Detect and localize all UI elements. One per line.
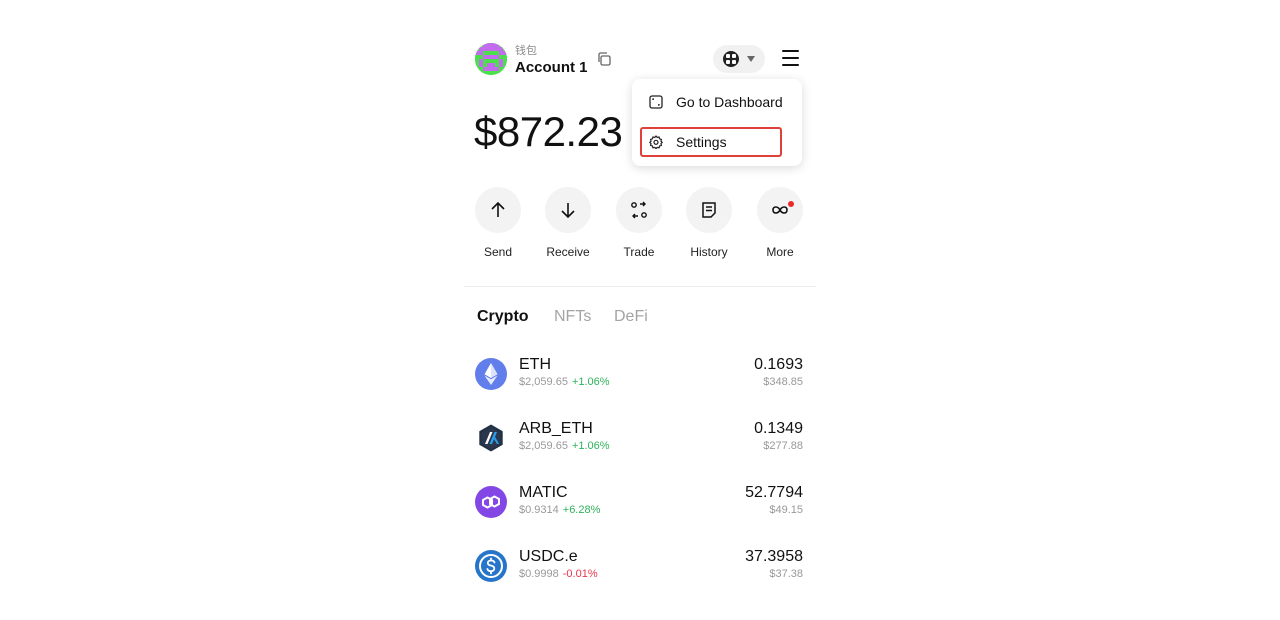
token-price-line: $2,059.65 +1.06%	[519, 376, 610, 388]
tab-nfts[interactable]: NFTs	[554, 308, 591, 326]
token-price: $0.9314	[519, 504, 559, 516]
divider	[464, 286, 816, 287]
hamburger-menu-icon[interactable]	[781, 49, 801, 67]
token-row-matic[interactable]: MATIC $0.9314 +6.28% 52.7794 $49.15	[464, 484, 816, 530]
token-value: $277.88	[763, 440, 803, 452]
token-price-line: $2,059.65 +1.06%	[519, 440, 610, 452]
tab-defi[interactable]: DeFi	[614, 308, 648, 326]
token-symbol: MATIC	[519, 484, 568, 501]
notification-badge	[788, 201, 794, 207]
action-label: Send	[483, 245, 513, 259]
usdc-logo-icon	[475, 550, 507, 582]
token-amount: 0.1349	[754, 420, 803, 437]
token-symbol: ETH	[519, 356, 551, 373]
network-selector[interactable]	[713, 45, 765, 73]
action-label: More	[766, 245, 794, 259]
header-dropdown-menu: Go to Dashboard Settings	[632, 79, 802, 166]
tab-crypto[interactable]: Crypto	[477, 308, 529, 326]
token-symbol: USDC.e	[519, 548, 578, 565]
polygon-logo-icon	[475, 486, 507, 518]
token-price: $2,059.65	[519, 376, 568, 388]
token-change: +1.06%	[571, 376, 610, 388]
token-change: -0.01%	[562, 568, 598, 580]
menu-item-dashboard[interactable]: Go to Dashboard	[632, 86, 802, 118]
token-amount: 52.7794	[745, 484, 803, 501]
dashboard-icon	[649, 95, 663, 109]
total-balance: $872.23	[474, 108, 623, 155]
arrow-down-icon	[561, 203, 575, 219]
chevron-down-icon	[747, 56, 755, 62]
token-value: $49.15	[769, 504, 803, 516]
action-label: History	[690, 245, 728, 259]
document-icon	[702, 202, 716, 218]
token-value: $348.85	[763, 376, 803, 388]
account-name[interactable]: Account 1	[515, 59, 588, 76]
action-label: Receive	[546, 245, 590, 259]
token-price: $2,059.65	[519, 440, 568, 452]
token-price-line: $0.9998 -0.01%	[519, 568, 598, 580]
token-row-usdc-e[interactable]: USDC.e $0.9998 -0.01% 37.3958 $37.38	[464, 548, 816, 594]
menu-item-label: Go to Dashboard	[676, 94, 783, 110]
account-avatar[interactable]	[475, 43, 507, 75]
token-value: $37.38	[769, 568, 803, 580]
token-amount: 37.3958	[745, 548, 803, 565]
copy-icon[interactable]	[596, 51, 612, 67]
wallet-panel: 钱包 Account 1 $872.23 Go to Dashboard Set…	[464, 0, 816, 620]
settings-highlight-box	[640, 127, 782, 157]
eth-logo-icon	[475, 358, 507, 390]
token-symbol: ARB_ETH	[519, 420, 593, 437]
arbitrum-logo-icon	[475, 422, 507, 454]
token-row-arb-eth[interactable]: ARB_ETH $2,059.65 +1.06% 0.1349 $277.88	[464, 420, 816, 466]
token-price: $0.9998	[519, 568, 559, 580]
token-change: +6.28%	[562, 504, 601, 516]
action-label: Trade	[623, 245, 655, 259]
token-row-eth[interactable]: ETH $2,059.65 +1.06% 0.1693 $348.85	[464, 356, 816, 402]
network-icon	[723, 51, 739, 67]
token-change: +1.06%	[571, 440, 610, 452]
infinity-icon	[772, 206, 788, 214]
token-amount: 0.1693	[754, 356, 803, 373]
token-price-line: $0.9314 +6.28%	[519, 504, 600, 516]
swap-icon	[631, 201, 647, 219]
wallet-label: 钱包	[515, 45, 537, 57]
arrow-up-icon	[491, 201, 505, 217]
